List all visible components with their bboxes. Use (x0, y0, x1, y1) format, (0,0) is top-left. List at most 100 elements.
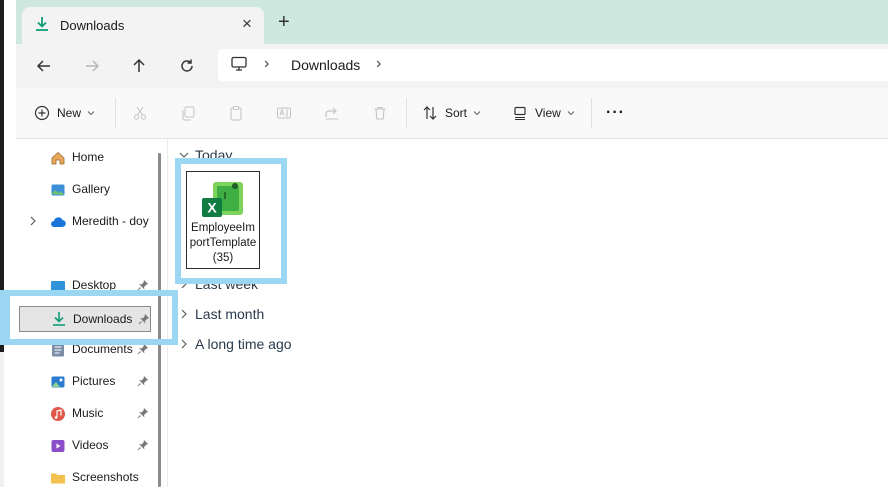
pin-icon[interactable] (138, 313, 150, 325)
group-header-last-month[interactable]: Last month (178, 304, 264, 324)
gallery-icon (51, 184, 65, 196)
svg-text:X: X (207, 200, 217, 216)
pin-icon[interactable] (137, 279, 149, 291)
sidebar-item-videos[interactable]: Videos (16, 434, 156, 458)
background-strip-lower (0, 352, 4, 487)
sidebar-item-label: Pictures (72, 374, 116, 388)
sort-button[interactable]: Sort (422, 102, 481, 124)
sidebar-item-label: Downloads (73, 312, 133, 326)
sidebar-item-label: Music (72, 406, 104, 420)
sidebar-scrollbar[interactable] (158, 153, 161, 487)
pin-icon[interactable] (137, 407, 149, 419)
sidebar-item-downloads[interactable]: Downloads (19, 306, 151, 332)
toolbar-divider (406, 98, 407, 128)
view-icon (514, 106, 526, 121)
home-icon (51, 151, 65, 165)
group-header-last-week[interactable]: Last week (178, 274, 258, 294)
up-button[interactable] (128, 55, 150, 77)
rename-button[interactable] (276, 102, 292, 124)
breadcrumb-separator-end[interactable]: › (376, 55, 381, 73)
group-header-a-long-time-ago[interactable]: A long time ago (178, 334, 292, 354)
background-strip (0, 0, 4, 352)
breadcrumb-downloads[interactable]: Downloads (291, 57, 360, 73)
file-item[interactable]: X EmployeeImportTemplate (35) (186, 171, 260, 269)
tab-title: Downloads (60, 18, 125, 33)
sidebar-item-label: Home (72, 150, 105, 164)
folder-icon (51, 473, 65, 484)
group-label: A long time ago (195, 336, 292, 352)
tab-bar: Downloads × + (16, 0, 888, 44)
sort-icon (423, 106, 437, 120)
chevron-down-icon (179, 152, 189, 158)
more-options-button[interactable]: ··· (606, 102, 625, 124)
download-icon (34, 16, 50, 35)
toolbar-divider (591, 98, 592, 128)
navigation-pane: Home Gallery Meredith - doy Desktop Down… (16, 139, 164, 487)
sidebar-item-label: Desktop (72, 278, 117, 292)
new-tab-button[interactable]: + (278, 12, 290, 32)
tab-downloads[interactable]: Downloads × (22, 7, 264, 44)
sidebar-item-label: Screenshots (72, 470, 139, 484)
pictures-icon (51, 376, 65, 388)
breadcrumb-separator[interactable]: › (264, 55, 269, 73)
delete-button[interactable] (372, 102, 388, 124)
view-label: View (535, 106, 561, 120)
sidebar-item-label: Documents (72, 342, 133, 356)
pin-icon[interactable] (137, 439, 149, 451)
trash-icon (374, 106, 386, 120)
this-pc-icon (230, 56, 248, 75)
sidebar-item-desktop[interactable]: Desktop (16, 274, 156, 298)
plus-circle-icon (34, 105, 50, 121)
sidebar-item-screenshots[interactable]: Screenshots (16, 466, 156, 490)
sidebar-item-label: Gallery (72, 182, 111, 196)
documents-icon (52, 343, 64, 357)
chevron-down-icon (87, 111, 95, 116)
videos-icon (51, 440, 65, 452)
file-list: Today X EmployeeImportTemplate (35) Last… (168, 139, 888, 487)
arrow-right-icon (86, 60, 100, 72)
tab-close-button[interactable]: × (242, 14, 252, 34)
onedrive-cloud-icon (51, 217, 66, 228)
share-icon (325, 107, 338, 120)
sort-label: Sort (445, 106, 468, 120)
clipboard-icon (230, 106, 242, 121)
copy-icon (182, 106, 195, 121)
sidebar-item-label: Meredith - doy (72, 214, 149, 228)
chevron-right-icon[interactable] (28, 215, 38, 227)
group-header-today[interactable]: Today (178, 145, 232, 165)
paste-button[interactable] (228, 102, 244, 124)
forward-button[interactable] (81, 55, 103, 77)
pin-icon[interactable] (137, 343, 149, 355)
arrow-left-icon (36, 60, 50, 72)
command-bar: New Sort View ··· (16, 88, 888, 139)
navigation-bar: › Downloads › (16, 44, 888, 88)
pin-icon[interactable] (137, 375, 149, 387)
rename-icon (277, 107, 291, 119)
chevron-right-icon (181, 339, 187, 349)
address-bar[interactable]: › Downloads › (218, 49, 888, 81)
scissors-icon (133, 106, 147, 120)
cut-button[interactable] (132, 102, 148, 124)
excel-file-icon: X (202, 182, 243, 217)
desktop-icon (51, 281, 65, 291)
sidebar-item-label: Videos (72, 438, 109, 452)
group-label: Last week (195, 276, 259, 292)
view-button[interactable]: View (512, 102, 575, 124)
chevron-down-icon (473, 111, 481, 116)
sidebar-item-music[interactable]: Music (16, 402, 156, 426)
new-button[interactable]: New (34, 102, 95, 124)
back-button[interactable] (33, 55, 55, 77)
new-label: New (57, 106, 82, 120)
chevron-right-icon (181, 309, 187, 319)
share-button[interactable] (324, 102, 340, 124)
copy-button[interactable] (180, 102, 196, 124)
sidebar-item-home[interactable]: Home (16, 146, 156, 170)
group-label: Last month (195, 306, 265, 322)
sidebar-item-pictures[interactable]: Pictures (16, 370, 156, 394)
sidebar-item-gallery[interactable]: Gallery (16, 178, 156, 202)
sidebar-item-documents[interactable]: Documents (16, 338, 156, 362)
refresh-button[interactable] (176, 55, 198, 77)
music-icon (51, 407, 65, 421)
sidebar-item-onedrive[interactable]: Meredith - doy (16, 210, 156, 234)
arrow-up-icon (133, 58, 145, 72)
